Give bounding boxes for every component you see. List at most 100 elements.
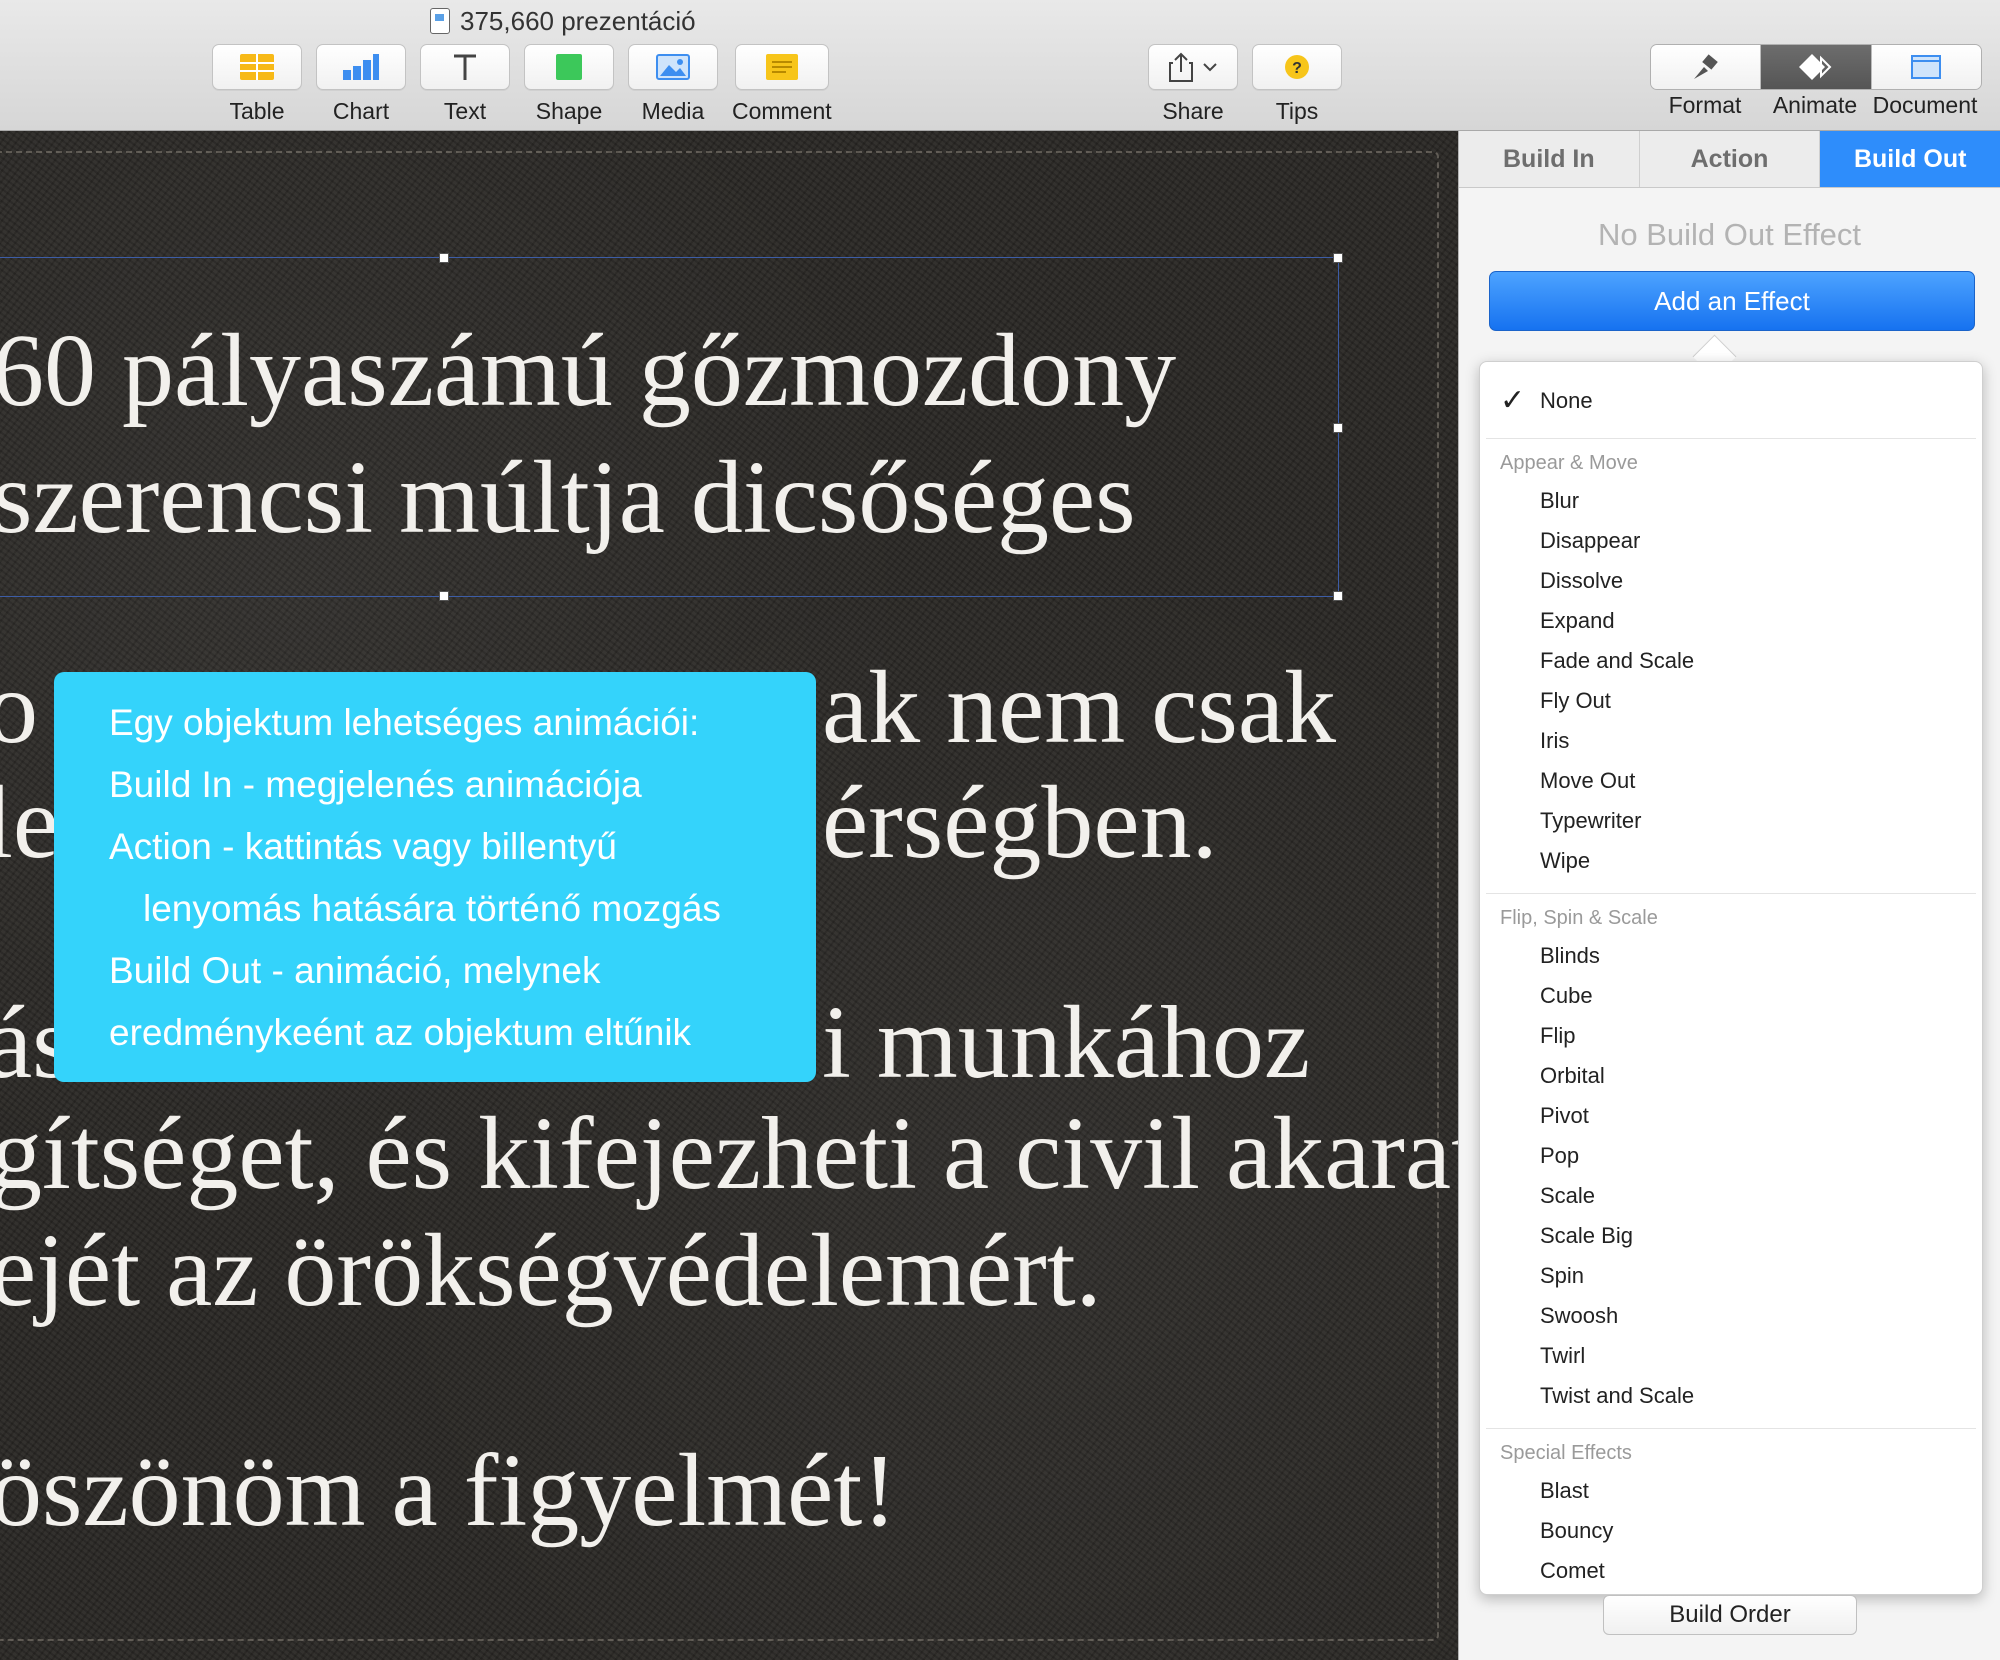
menu-item-bouncy[interactable]: Bouncy	[1480, 1511, 1982, 1551]
build-tabs: Build In Action Build Out	[1459, 131, 2000, 188]
menu-item-comet[interactable]: Comet	[1480, 1551, 1982, 1591]
animate-button[interactable]	[1761, 45, 1872, 89]
format-label: Format	[1668, 92, 1742, 118]
table-label: Table	[229, 98, 285, 124]
slide-title-line-2[interactable]: szerencsi múltja dicsőséges	[0, 446, 1136, 550]
comment-button[interactable]: Comment	[732, 44, 832, 125]
format-button[interactable]	[1651, 45, 1762, 89]
slide-body-fragment[interactable]: le	[0, 771, 59, 875]
menu-item-cube[interactable]: Cube	[1480, 976, 1982, 1016]
menu-item-disappear[interactable]: Disappear	[1480, 521, 1982, 561]
slide-body-line-2[interactable]: érségben.	[822, 771, 1218, 875]
menu-item-fade-and-scale[interactable]: Fade and Scale	[1480, 641, 1982, 681]
menu-item-twirl[interactable]: Twirl	[1480, 1336, 1982, 1376]
menu-item-dissolve[interactable]: Dissolve	[1480, 561, 1982, 601]
toolbar: 375,660 prezentáció Table Chart Text Sha…	[0, 0, 2000, 131]
document-icon	[1911, 55, 1942, 79]
inspector-selector	[1650, 44, 1982, 90]
build-order-button[interactable]: Build Order	[1603, 1595, 1857, 1635]
media-button[interactable]: Media	[628, 44, 718, 125]
callout-line-6: eredménykeént az objektum eltűnik	[109, 1012, 692, 1053]
shape-button[interactable]: Shape	[524, 44, 614, 125]
document-label: Document	[1872, 92, 1978, 118]
menu-item-typewriter[interactable]: Typewriter	[1480, 801, 1982, 841]
resize-handle-right[interactable]	[1333, 423, 1343, 433]
tips-icon: ?	[1252, 44, 1342, 90]
text-button[interactable]: Text	[420, 44, 510, 125]
media-icon	[628, 44, 718, 90]
menu-item-scale-big[interactable]: Scale Big	[1480, 1216, 1982, 1256]
keynote-document-icon	[430, 8, 450, 34]
chevron-down-icon	[1203, 63, 1217, 72]
animate-label: Animate	[1772, 92, 1858, 118]
slide-canvas[interactable]: 60 pályaszámú gőzmozdony szerencsi múltj…	[0, 131, 1458, 1660]
callout-line-5: Build Out - animáció, melynek	[109, 950, 601, 991]
menu-groups: Appear & Move Blur Disappear Dissolve Expand…	[1480, 438, 1982, 1591]
menu-item-expand[interactable]: Expand	[1480, 601, 1982, 641]
menu-item-blur[interactable]: Blur	[1480, 481, 1982, 521]
share-button[interactable]: Share	[1148, 44, 1238, 125]
document-button[interactable]	[1871, 45, 1981, 89]
menu-group-header: Special Effects	[1500, 1442, 1632, 1464]
media-label: Media	[641, 98, 705, 124]
text-label: Text	[443, 98, 487, 124]
window-title: 375,660 prezentáció	[430, 4, 696, 38]
menu-item-label: None	[1540, 388, 1593, 413]
no-effect-label: No Build Out Effect	[1597, 217, 1862, 252]
menu-item-pivot[interactable]: Pivot	[1480, 1096, 1982, 1136]
slide-body-line-3[interactable]: i munkához	[822, 991, 1310, 1095]
slide-body-line-1[interactable]: ak nem csak	[822, 656, 1336, 760]
comment-icon	[734, 44, 829, 90]
tab-action[interactable]: Action	[1639, 131, 1821, 187]
menu-item-iris[interactable]: Iris	[1480, 721, 1982, 761]
chart-button[interactable]: Chart	[316, 44, 406, 125]
chart-label: Chart	[332, 98, 390, 124]
slide-closing-line[interactable]: öszönöm a figyelmét!	[0, 1439, 897, 1543]
menu-item-none[interactable]: ✓ None	[1480, 376, 1982, 426]
paintbrush-icon	[1693, 54, 1718, 79]
share-icon	[1148, 44, 1238, 90]
tab-build-out[interactable]: Build Out	[1820, 131, 2000, 187]
effect-menu: ✓ None Appear & Move Blur Disappear Dissolv…	[1479, 361, 1983, 1595]
tips-button[interactable]: ? Tips	[1252, 44, 1342, 125]
svg-text:?: ?	[1292, 60, 1302, 77]
shape-icon	[524, 44, 614, 90]
menu-item-flip[interactable]: Flip	[1480, 1016, 1982, 1056]
comment-label: Comment	[732, 98, 832, 124]
menu-item-swoosh[interactable]: Swoosh	[1480, 1296, 1982, 1336]
table-icon	[212, 44, 302, 90]
slide-title-line-1[interactable]: 60 pályaszámú gőzmozdony	[0, 319, 1176, 423]
menu-item-spin[interactable]: Spin	[1480, 1256, 1982, 1296]
menu-item-fly-out[interactable]: Fly Out	[1480, 681, 1982, 721]
resize-handle-bottom[interactable]	[439, 591, 449, 601]
resize-handle-top[interactable]	[439, 253, 449, 263]
share-label: Share	[1162, 98, 1224, 124]
slide-body-line-5[interactable]: ejét az örökségvédelemért.	[0, 1219, 1102, 1323]
resize-handle-top-right[interactable]	[1333, 253, 1343, 263]
menu-separator	[1486, 438, 1976, 439]
menu-group-header: Appear & Move	[1500, 452, 1638, 474]
menu-separator	[1486, 1428, 1976, 1429]
menu-item-twist-and-scale[interactable]: Twist and Scale	[1480, 1376, 1982, 1416]
callout-line-4: lenyomás hatására történő mozgás	[143, 888, 721, 929]
animate-diamond-icon	[1798, 54, 1832, 80]
tab-build-in[interactable]: Build In	[1459, 131, 1640, 187]
menu-item-blinds[interactable]: Blinds	[1480, 936, 1982, 976]
menu-item-scale[interactable]: Scale	[1480, 1176, 1982, 1216]
menu-group-header: Flip, Spin & Scale	[1500, 907, 1658, 929]
menu-item-orbital[interactable]: Orbital	[1480, 1056, 1982, 1096]
resize-handle-bottom-right[interactable]	[1333, 591, 1343, 601]
table-button[interactable]: Table	[212, 44, 302, 125]
callout-line-3: Action - kattintás vagy billentyű	[109, 826, 617, 867]
shape-label: Shape	[535, 98, 603, 124]
checkmark-icon: ✓	[1500, 384, 1526, 417]
add-effect-button[interactable]: Add an Effect	[1489, 271, 1975, 331]
slide-body-fragment[interactable]: o	[0, 656, 38, 760]
menu-item-wipe[interactable]: Wipe	[1480, 841, 1982, 881]
callout-line-2: Build In - megjelenés animációja	[109, 764, 642, 805]
slide-body-line-4[interactable]: gítséget, és kifejezheti a civil akarat	[0, 1102, 1458, 1206]
chart-icon	[316, 44, 406, 90]
menu-item-blast[interactable]: Blast	[1480, 1471, 1982, 1511]
menu-item-pop[interactable]: Pop	[1480, 1136, 1982, 1176]
menu-item-move-out[interactable]: Move Out	[1480, 761, 1982, 801]
